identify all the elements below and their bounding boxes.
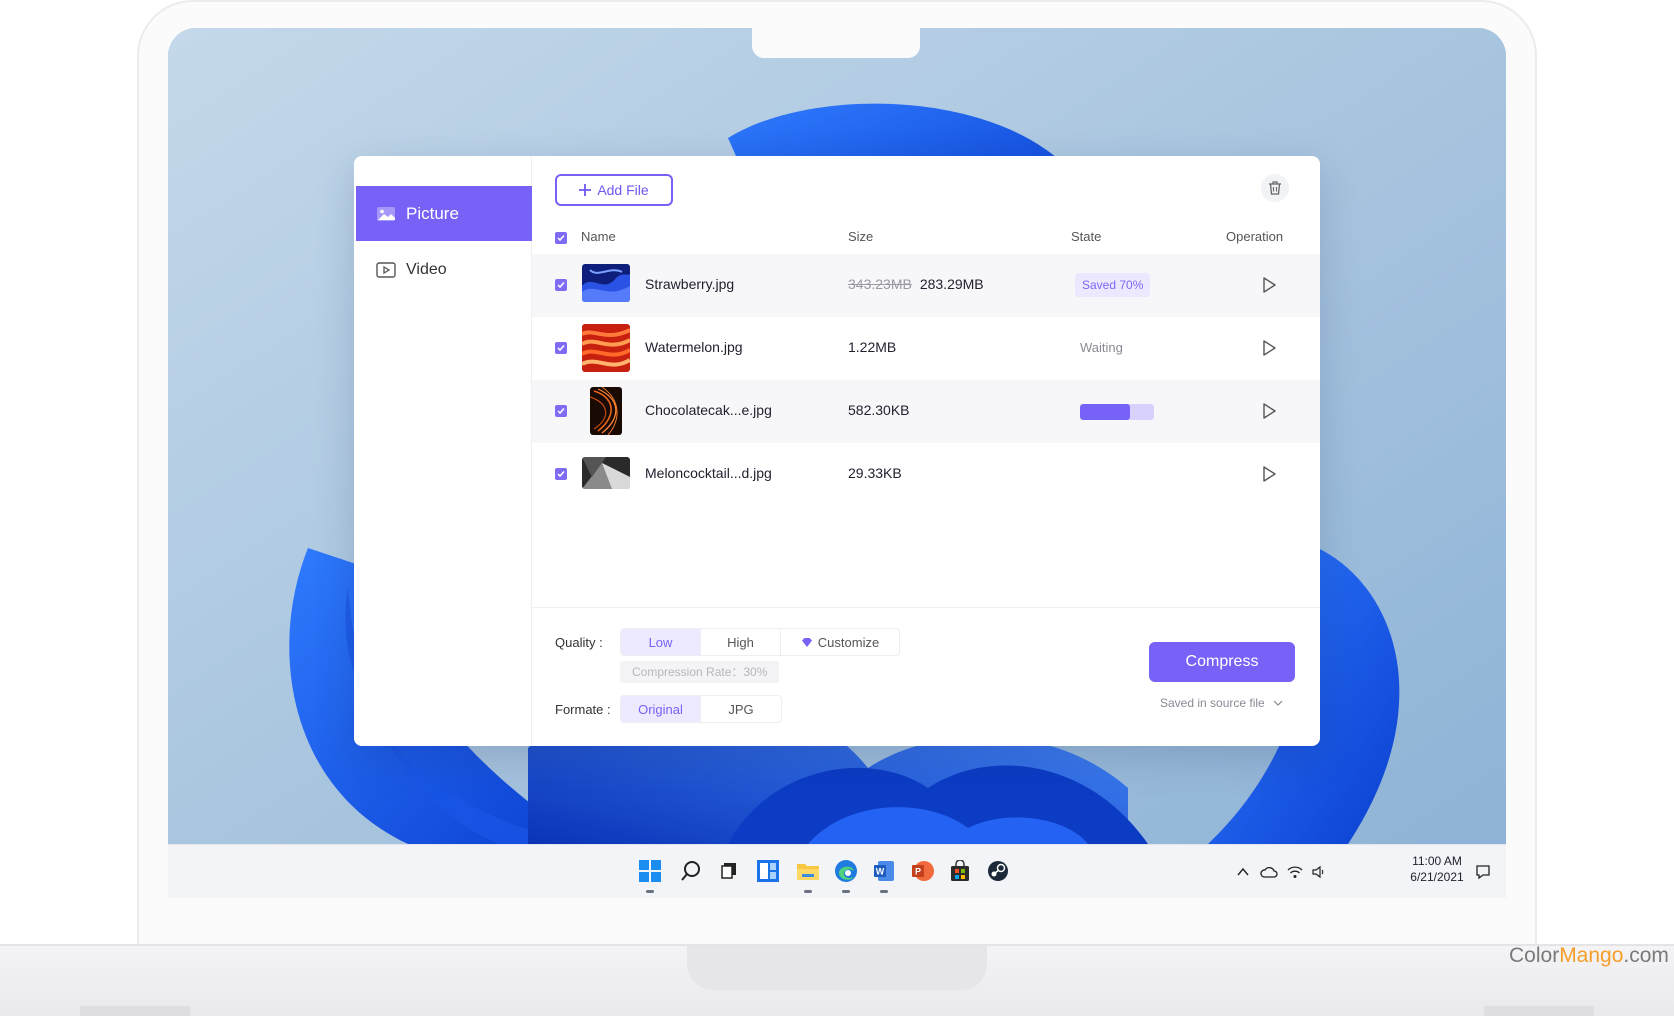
compress-button[interactable]: Compress [1149, 642, 1295, 682]
start-icon[interactable] [636, 857, 664, 893]
table-header: Name Size State Operation [532, 222, 1320, 252]
laptop-base [0, 944, 1674, 1016]
svg-text:W: W [876, 867, 885, 877]
row-checkbox[interactable] [555, 342, 567, 354]
task-view-icon[interactable] [716, 857, 744, 885]
add-file-label: Add File [597, 182, 649, 198]
format-option-original[interactable]: Original [621, 696, 701, 722]
compression-rate-hint: Compression Rate：30% [620, 661, 780, 683]
status-badge: Saved 70% [1075, 273, 1151, 297]
clock-date: 6/21/2021 [1410, 870, 1464, 884]
file-name: Chocolatecak...e.jpg [645, 402, 772, 418]
play-icon[interactable] [1260, 402, 1278, 420]
format-option-jpg[interactable]: JPG [701, 696, 781, 722]
camera-notch [752, 28, 920, 58]
colormango-watermark: ColorMango.com [1509, 944, 1669, 968]
powerpoint-icon[interactable]: P [908, 857, 936, 885]
steam-icon[interactable] [984, 857, 1012, 885]
diamond-icon [801, 637, 812, 647]
compressed-size: 283.29MB [919, 276, 984, 292]
compressor-app-window: Picture Video Add File Name Size State O… [354, 156, 1320, 746]
column-header-state: State [1071, 229, 1102, 244]
file-name: Meloncocktail...d.jpg [645, 465, 772, 481]
system-clock[interactable]: 11:00 AM 6/21/2021 [1402, 853, 1472, 885]
edge-icon[interactable] [832, 857, 860, 893]
file-thumbnail [582, 324, 630, 372]
laptop-hinge [687, 946, 987, 990]
file-size: 582.30KB [848, 402, 910, 418]
file-thumbnail [582, 457, 630, 489]
delete-all-button[interactable] [1261, 174, 1289, 202]
sidebar-item-video[interactable]: Video [356, 242, 532, 297]
save-location-label: Saved in source file [1160, 696, 1265, 710]
play-icon[interactable] [1260, 465, 1278, 483]
image-icon [377, 206, 395, 221]
original-size: 343.23MB [848, 276, 912, 292]
add-file-button[interactable]: Add File [555, 174, 673, 206]
row-checkbox[interactable] [555, 468, 567, 480]
watermark-part-2: Mango [1559, 944, 1624, 967]
sidebar-item-label: Video [406, 260, 447, 278]
format-label: Formate : [555, 702, 611, 717]
save-location-dropdown[interactable]: Saved in source file [1160, 696, 1283, 710]
settings-divider [532, 607, 1320, 608]
watermark-part-3: .com [1623, 944, 1669, 967]
word-icon[interactable]: W [870, 857, 898, 893]
laptop-foot-left [80, 1006, 190, 1016]
quality-option-low[interactable]: Low [621, 629, 701, 655]
file-size: 1.22MB [848, 339, 897, 355]
format-selector: Original JPG [620, 695, 782, 723]
progress-fill [1080, 404, 1131, 420]
column-header-size: Size [848, 229, 874, 244]
onedrive-cloud-icon[interactable] [1260, 863, 1278, 881]
file-size: 29.33KB [848, 465, 902, 481]
sidebar: Picture Video [354, 156, 532, 746]
quality-label: Quality : [555, 635, 603, 650]
laptop-foot-right [1484, 1006, 1594, 1016]
plus-icon [579, 184, 592, 196]
trash-icon [1269, 181, 1281, 195]
row-checkbox[interactable] [555, 279, 567, 291]
chevron-down-icon [1273, 700, 1283, 706]
table-row[interactable]: Watermelon.jpg 1.22MB Waiting [532, 317, 1320, 380]
column-header-name: Name [581, 229, 616, 244]
volume-icon[interactable] [1310, 863, 1328, 881]
sidebar-item-picture[interactable]: Picture [356, 186, 532, 241]
svg-text:P: P [915, 867, 921, 877]
widgets-icon[interactable] [754, 857, 782, 885]
file-name: Strawberry.jpg [645, 276, 735, 292]
row-checkbox[interactable] [555, 405, 567, 417]
search-icon[interactable] [677, 857, 705, 885]
file-size: 343.23MB 283.29MB [848, 276, 984, 292]
chevron-up-icon[interactable] [1234, 863, 1252, 881]
file-thumbnail [582, 264, 630, 302]
wifi-icon[interactable] [1286, 863, 1304, 881]
table-row[interactable]: Chocolatecak...e.jpg 582.30KB [532, 380, 1320, 443]
table-row[interactable]: Strawberry.jpg 343.23MB 283.29MB Saved 70… [532, 254, 1320, 317]
notification-icon[interactable] [1474, 863, 1492, 881]
play-icon[interactable] [1260, 339, 1278, 357]
file-panel: Add File Name Size State Operation Straw… [532, 156, 1320, 746]
taskbar: W P 11:00 AM 6/21/2021 [168, 844, 1506, 898]
watermark-part-1: Color [1509, 944, 1560, 967]
quality-option-customize[interactable]: Customize [781, 629, 899, 655]
file-explorer-icon[interactable] [794, 857, 822, 893]
quality-option-high[interactable]: High [701, 629, 781, 655]
table-row[interactable]: Meloncocktail...d.jpg 29.33KB [532, 443, 1320, 506]
select-all-checkbox[interactable] [555, 232, 567, 244]
compression-progress-bar [1080, 404, 1154, 420]
play-icon[interactable] [1260, 276, 1278, 294]
file-thumbnail [590, 387, 622, 435]
store-icon[interactable] [946, 857, 974, 885]
file-name: Watermelon.jpg [645, 339, 743, 355]
sidebar-item-label: Picture [406, 203, 459, 223]
customize-label: Customize [817, 634, 880, 650]
clock-time: 11:00 AM [1412, 854, 1462, 868]
video-icon [376, 261, 396, 278]
column-header-operation: Operation [1226, 229, 1284, 244]
quality-selector: Low High Customize [620, 628, 900, 656]
status-text: Waiting [1080, 340, 1123, 355]
